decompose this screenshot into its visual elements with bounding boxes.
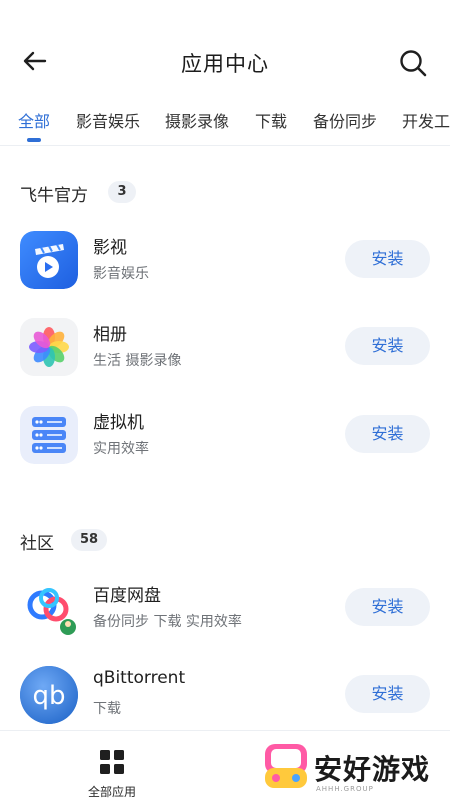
tabs-divider (0, 145, 450, 146)
tab-all[interactable]: 全部 (18, 108, 50, 132)
install-button[interactable]: 安装 (345, 415, 430, 453)
app-center-screen: 应用中心 全部 影音娱乐 摄影录像 下载 备份同步 开发工具 飞牛官方 3 (0, 0, 450, 800)
app-row-yingshi[interactable]: 影视 影音娱乐 安装 (0, 231, 450, 311)
app-row-baidu-netdisk[interactable]: 百度网盘 备份同步 下载 实用效率 安装 (0, 579, 450, 659)
official-count-badge: 3 (108, 181, 136, 203)
nav-all-apps[interactable]: 全部应用 (70, 739, 154, 799)
install-button[interactable]: 安装 (345, 327, 430, 365)
search-button[interactable] (398, 48, 428, 78)
tab-backup-sync[interactable]: 备份同步 (313, 108, 377, 132)
app-category: 影音娱乐 (93, 266, 149, 282)
app-category: 实用效率 (93, 441, 149, 457)
section-title-official: 飞牛官方 (20, 186, 88, 206)
watermark-text: 安好游戏 (314, 753, 431, 786)
qbittorrent-icon: qb (20, 666, 78, 724)
app-category: 备份同步 下载 实用效率 (93, 614, 242, 630)
app-name: 虚拟机 (93, 413, 144, 433)
category-tabs: 全部 影音娱乐 摄影录像 下载 备份同步 开发工具 (0, 104, 450, 146)
svg-text:qb: qb (32, 681, 65, 711)
app-row-xiangce[interactable]: 相册 生活 摄影录像 安装 (0, 318, 450, 398)
app-category: 下载 (93, 701, 121, 717)
photo-petal-icon (20, 318, 78, 376)
tab-media-entertainment[interactable]: 影音娱乐 (76, 108, 140, 132)
install-button[interactable]: 安装 (345, 675, 430, 713)
film-play-icon (20, 231, 78, 289)
nav-all-apps-label: 全部应用 (87, 785, 136, 799)
app-name: 相册 (93, 325, 127, 345)
server-stack-icon (20, 406, 78, 464)
grid-icon (100, 750, 124, 774)
search-icon (400, 50, 427, 77)
install-button[interactable]: 安装 (345, 240, 430, 278)
app-name: qBittorrent (93, 668, 186, 688)
community-count-badge: 58 (71, 529, 107, 551)
page-title: 应用中心 (181, 52, 269, 76)
install-button[interactable]: 安装 (345, 588, 430, 626)
app-category: 生活 摄影录像 (93, 353, 182, 369)
baidu-cloud-icon (20, 579, 78, 637)
gamepad-logo-icon (265, 744, 307, 788)
tab-photo-video[interactable]: 摄影录像 (165, 108, 229, 132)
tab-download[interactable]: 下载 (255, 108, 287, 132)
section-title-community: 社区 (20, 534, 54, 554)
app-row-xuniji[interactable]: 虚拟机 实用效率 安装 (0, 406, 450, 486)
tab-dev-tools[interactable]: 开发工具 (402, 108, 450, 132)
app-name: 百度网盘 (93, 586, 161, 606)
active-tab-indicator (27, 138, 41, 142)
watermark-subtext: AHHH.GROUP (316, 785, 374, 793)
app-name: 影视 (93, 238, 127, 258)
watermark: 安好游戏 AHHH.GROUP (262, 738, 447, 796)
header: 应用中心 (0, 0, 450, 100)
